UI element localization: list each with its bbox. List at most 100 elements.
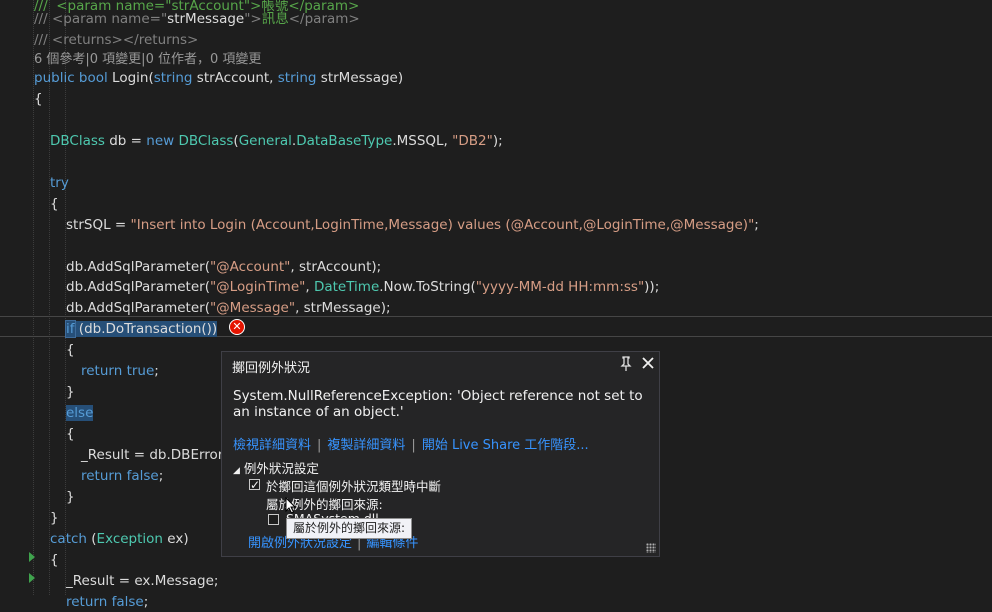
code-token: return true [81, 363, 155, 379]
code-token: return false [81, 468, 159, 484]
code-token: ; [154, 363, 159, 379]
code-line: DBClass db = new DBClass(General.DataBas… [50, 131, 503, 151]
code-token: DataBaseType [296, 133, 393, 149]
code-token: } [66, 489, 75, 505]
code-token: return false [66, 594, 144, 610]
code-line: catch (Exception ex) [50, 529, 189, 549]
code-token: (db.DoTransaction()) [74, 321, 218, 337]
mouse-cursor-icon [285, 496, 297, 515]
code-token: { [50, 196, 59, 212]
code-line: /// <param name="strMessage">訊息</param> [34, 9, 360, 29]
live-share-link[interactable]: 開始 Live Share 工作階段... [422, 438, 589, 453]
code-token: } [50, 510, 59, 526]
code-token: db = [109, 133, 147, 149]
code-token: "@LoginTime" [209, 279, 306, 295]
code-token: "> [244, 11, 262, 27]
code-token: .Now.ToString( [379, 279, 476, 295]
code-token: .MSSQL, [392, 133, 453, 149]
code-token: 訊息 [261, 11, 289, 27]
code-token: new [146, 133, 179, 149]
code-token: "@Account" [209, 259, 291, 275]
code-token: public bool [34, 70, 113, 86]
code-line: { [66, 340, 75, 360]
break-on-throw-label: 於擲回這個例外狀況類型時中斷 [266, 479, 442, 494]
breakpoint-arrow-icon [29, 573, 35, 583]
code-line: } [50, 508, 59, 528]
code-line: if (db.DoTransaction()) [65, 319, 218, 339]
code-token: db.AddSqlParameter( [66, 279, 210, 295]
code-line: { [34, 89, 43, 109]
code-token: , strMessage); [295, 300, 391, 316]
code-line: db.AddSqlParameter("@Account", strAccoun… [66, 257, 381, 277]
code-line: return false; [66, 592, 148, 612]
code-token: string [277, 70, 321, 86]
code-token: catch [50, 531, 92, 547]
pin-icon[interactable] [620, 356, 632, 372]
code-token: ex) [167, 531, 189, 547]
module-checkbox[interactable] [268, 514, 279, 525]
code-line: _Result = ex.Message; [66, 571, 218, 591]
code-token: _Result = db.DBErrorM [81, 447, 235, 463]
close-icon[interactable] [640, 355, 656, 371]
code-token: "Insert into Login (Account,LoginTime,Me… [130, 217, 755, 233]
code-line: { [50, 194, 59, 214]
code-line: db.AddSqlParameter("@Message", strMessag… [66, 298, 391, 318]
code-token: strMessage [167, 11, 245, 27]
exception-message: System.NullReferenceException: 'Object r… [233, 388, 648, 420]
code-token: /// <returns></returns> [34, 32, 199, 48]
code-token: Exception [96, 531, 168, 547]
code-token: "DB2" [452, 133, 493, 149]
code-token: { [66, 342, 75, 358]
code-token: { [50, 552, 59, 568]
code-token: } [66, 384, 75, 400]
exception-settings-header[interactable]: ◢ 例外狀況設定 [233, 458, 319, 477]
code-line: return true; [81, 361, 159, 381]
code-token: ; [158, 468, 164, 484]
code-line: _Result = db.DBErrorM [81, 445, 235, 465]
code-token: string [153, 70, 197, 86]
code-token: , [305, 279, 314, 295]
copy-details-link[interactable]: 複製詳細資料 [327, 438, 405, 453]
code-token: strMessage) [320, 70, 404, 86]
code-token: DBClass [50, 133, 110, 149]
settings-header-label: 例外狀況設定 [243, 461, 319, 476]
code-line: db.AddSqlParameter("@LoginTime", DateTim… [66, 277, 659, 297]
code-line: try [50, 173, 69, 193]
indent-guide [49, 0, 50, 595]
code-token: General [238, 133, 292, 149]
code-token: strSQL = [66, 217, 131, 233]
popup-title: 擲回例外狀況 [232, 361, 311, 376]
code-token: else [66, 405, 94, 421]
view-details-link[interactable]: 檢視詳細資料 [233, 438, 311, 453]
code-token: db.AddSqlParameter( [66, 259, 210, 275]
link-separator: | [317, 438, 322, 453]
error-icon[interactable]: ✕ [229, 319, 245, 335]
editor-gutter [0, 0, 22, 595]
break-on-throw-checkbox[interactable]: ✓ [249, 479, 260, 491]
code-line: return false; [81, 466, 163, 486]
code-token: try [50, 175, 69, 191]
code-token: Login( [112, 70, 154, 86]
code-token: { [66, 426, 75, 442]
code-token: "yyyy-MM-dd HH:mm:ss" [475, 279, 645, 295]
code-token: DateTime [313, 279, 380, 295]
code-token: 6 個參考|0 項變更|0 位作者，0 項變更 [34, 52, 262, 67]
code-token: _Result = ex.Message; [66, 573, 219, 589]
code-token: db.AddSqlParameter( [66, 300, 210, 316]
code-token: </param> [288, 11, 360, 27]
code-token: ; [143, 594, 149, 610]
code-token: , strAccount); [290, 259, 382, 275]
code-token: ); [492, 133, 503, 149]
code-line: 6 個參考|0 項變更|0 位作者，0 項變更 [34, 49, 261, 69]
code-line: public bool Login(string strAccount, str… [34, 68, 403, 88]
code-line: /// <returns></returns> [34, 30, 198, 50]
code-line: { [50, 550, 59, 570]
exception-type: System.NullReferenceException: [233, 388, 453, 404]
code-token: ; [754, 217, 759, 233]
link-separator: | [411, 438, 416, 453]
popup-links: 檢視詳細資料 | 複製詳細資料 | 開始 Live Share 工作階段... [233, 434, 589, 453]
code-token: DBClass [178, 133, 234, 149]
code-line: } [66, 487, 75, 507]
code-line: } [66, 382, 75, 402]
resize-grip-icon[interactable] [646, 543, 656, 553]
